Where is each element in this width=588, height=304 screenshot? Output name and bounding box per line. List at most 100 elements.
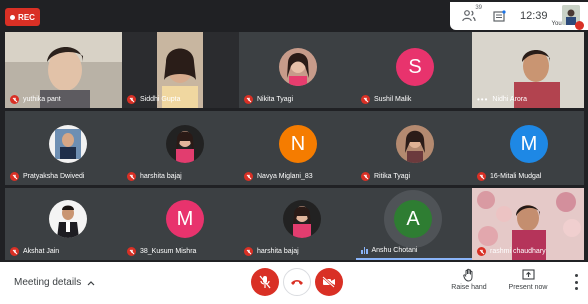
participant-name-text: 16-Mitali Mudgal [490,173,542,180]
more-options-button[interactable] [574,274,578,290]
mic-off-icon [127,247,136,256]
participant-name-text: Pratyaksha Dwivedi [23,173,85,180]
mic-off-icon [10,247,19,256]
participant-name: Ritika Tyagi [361,172,410,181]
chevron-up-icon [87,280,95,285]
participant-name: Navya Miglani_83 [244,172,313,181]
participant-tile[interactable]: S Sushil Malik [356,32,472,108]
avatar [49,200,87,238]
mic-off-icon [244,247,253,256]
meeting-details-button[interactable]: Meeting details [14,277,95,288]
recording-badge: REC [5,8,40,26]
participant-name-text: Akshat Jain [23,248,60,255]
raise-hand-button[interactable]: Raise hand [439,266,499,291]
participant-name-text: Nidhi Arora [492,96,528,103]
participant-tile[interactable]: Nikita Tyagi [239,32,356,108]
participant-name: Anshu Chotani [361,247,417,254]
participant-name: Pratyaksha Dwivedi [10,172,84,181]
self-muted-icon [574,21,584,30]
participant-name-text: yuthika pant [23,96,61,103]
avatar: M [510,125,548,163]
participants-button[interactable]: 39 [460,5,482,25]
microphone-toggle-button[interactable] [251,268,279,296]
participants-count: 39 [475,5,482,11]
chat-button[interactable] [490,7,508,25]
self-view[interactable]: You [552,3,584,30]
present-now-button[interactable]: Present now [498,266,558,291]
mic-off-icon [477,172,486,181]
participant-name: rashmi chaudhary [477,247,546,256]
participant-tile[interactable]: harshita bajaj [239,188,356,260]
participant-name: Sushil Malik [361,95,411,104]
participant-tile[interactable]: M 16-Mitali Mudgal [472,111,584,185]
participant-name: Akshat Jain [10,247,59,256]
participant-name: Nikita Tyagi [244,95,293,104]
leave-call-button[interactable] [283,268,311,296]
participant-tile[interactable]: ••• Nidhi Arora [472,32,584,108]
participant-name: ••• Nidhi Arora [477,95,527,104]
participant-name-text: Navya Miglani_83 [257,173,313,180]
camera-toggle-button[interactable] [315,268,343,296]
hang-up-icon [291,280,303,285]
avatar [396,125,434,163]
participant-name: harshita bajaj [127,172,182,181]
participant-name-text: Nikita Tyagi [257,96,294,103]
participant-tile[interactable]: Akshat Jain [5,188,122,260]
mic-off-icon [127,95,136,104]
avatar [166,125,204,163]
raise-hand-label: Raise hand [451,284,487,291]
mic-off-icon [361,95,370,104]
participant-name-text: Sushil Malik [374,96,412,103]
participant-tile-speaking[interactable]: A Anshu Chotani [356,188,472,260]
present-now-label: Present now [508,284,548,291]
participant-tile[interactable]: rashmi chaudhary [472,188,584,260]
clock: 12:39 [520,10,548,22]
participant-name-text: Siddhi Gupta [140,96,181,103]
participant-tile[interactable]: yuthika pant [5,32,122,108]
mic-off-icon [244,95,253,104]
participant-name-text: Anshu Chotani [371,247,418,254]
participant-name-text: harshita bajaj [140,173,182,180]
video-grid: REC 39 12:39 You yuthika pant Siddhi Gup… [0,0,588,262]
participant-tile[interactable]: Siddhi Gupta [122,32,239,108]
participant-name: harshita bajaj [244,247,299,256]
participant-name: 16-Mitali Mudgal [477,172,541,181]
audio-level-icon [361,247,368,254]
participant-tile[interactable]: M 38_Kusum Mishra [122,188,239,260]
participant-name-text: Ritika Tyagi [374,173,411,180]
mic-off-icon [244,172,253,181]
more-vert-icon [574,274,578,277]
mic-off-icon [259,275,271,289]
participant-name-text: harshita bajaj [257,248,299,255]
mic-off-icon [10,172,19,181]
participant-name-text: 38_Kusum Mishra [140,248,197,255]
people-icon [462,10,476,22]
camera-off-icon [322,276,335,288]
meeting-details-label: Meeting details [14,277,82,288]
top-right-panel: 39 12:39 You [450,2,588,30]
recording-dot-icon [10,14,16,20]
self-view-label: You [551,21,562,27]
avatar [279,48,317,86]
participant-name: Siddhi Gupta [127,95,180,104]
bottom-toolbar: Meeting details Raise hand Present now [0,262,588,304]
hand-icon [439,266,499,284]
mic-off-icon [361,172,370,181]
recording-label: REC [18,12,35,22]
present-icon [498,266,558,284]
chat-icon [492,9,506,22]
participant-tile[interactable]: harshita bajaj [122,111,239,185]
avatar: S [396,48,434,86]
mic-off-icon [10,95,19,104]
avatar [49,125,87,163]
mic-off-icon [127,172,136,181]
more-icon: ••• [477,95,489,104]
avatar: M [166,200,204,238]
participant-tile[interactable]: Pratyaksha Dwivedi [5,111,122,185]
participant-tile[interactable]: Ritika Tyagi [356,111,472,185]
participant-name: 38_Kusum Mishra [127,247,196,256]
participant-name-text: rashmi chaudhary [490,248,546,255]
avatar: N [279,125,317,163]
participant-tile[interactable]: N Navya Miglani_83 [239,111,356,185]
avatar: A [394,200,432,238]
